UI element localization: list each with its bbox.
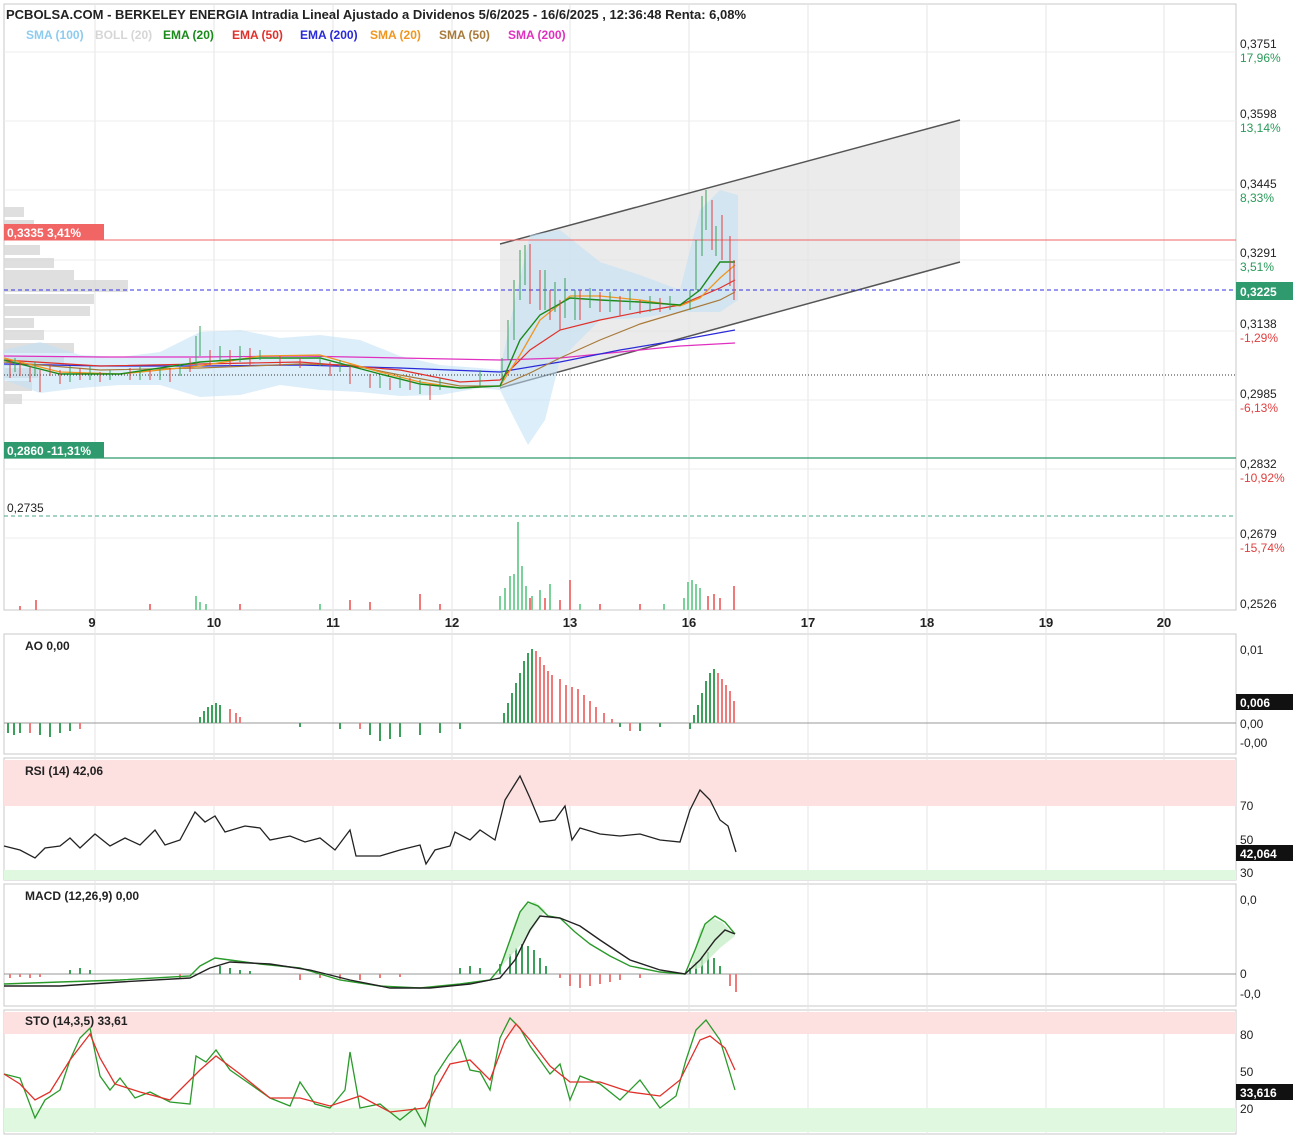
legend-item: SMA (50): [439, 28, 490, 42]
price-axis-value: 0,3291: [1240, 246, 1277, 260]
ao-tag: 0,006: [1240, 696, 1270, 710]
price-axis-pct: -6,13%: [1240, 401, 1278, 415]
sto-tag: 33,616: [1240, 1086, 1277, 1100]
sto-axis-50: 50: [1240, 1065, 1254, 1079]
price-axis-value: 0,2985: [1240, 387, 1277, 401]
rsi-axis-50: 50: [1240, 833, 1254, 847]
price-axis-value: 0,3445: [1240, 177, 1277, 191]
x-axis: 9 10 11 12 13 16 17 18 19 20: [88, 615, 1171, 630]
macd-label: MACD (12,26,9) 0,00: [25, 889, 139, 903]
legend-item: SMA (100): [26, 28, 84, 42]
sto-label: STO (14,3,5) 33,61: [25, 1014, 128, 1028]
x-axis-day: 13: [563, 615, 577, 630]
rsi-tag: 42,064: [1240, 847, 1277, 861]
macd-axis-low: -0,0: [1240, 987, 1261, 1001]
price-axis-pct: 17,96%: [1240, 51, 1281, 65]
price-axis-pct: 13,14%: [1240, 121, 1281, 135]
sto-axis-20: 20: [1240, 1102, 1254, 1116]
price-axis-value: 0,2832: [1240, 457, 1277, 471]
legend-item: EMA (20): [163, 28, 214, 42]
x-axis-day: 18: [920, 615, 934, 630]
x-axis-day: 17: [801, 615, 815, 630]
x-axis-day: 10: [207, 615, 221, 630]
x-axis-day: 12: [445, 615, 459, 630]
price-axis-value: 0,3138: [1240, 317, 1277, 331]
x-axis-day: 9: [88, 615, 95, 630]
sto-oversold-zone: [4, 1108, 1236, 1132]
price-axis-pct: 3,51%: [1240, 260, 1274, 274]
price-axis-pct: -10,92%: [1240, 471, 1285, 485]
price-axis-pct: 8,33%: [1240, 191, 1274, 205]
x-axis-day: 20: [1157, 615, 1171, 630]
price-axis-pct: -15,74%: [1240, 541, 1285, 555]
macd-pane-frame: [3, 883, 1237, 1007]
price-axis-value: 0,2526: [1240, 597, 1277, 611]
legend-item: SMA (20): [370, 28, 421, 42]
macd-axis-mid: 0: [1240, 967, 1247, 981]
price-axis-value: 0,3598: [1240, 107, 1277, 121]
price-axis-value: 0,3751: [1240, 37, 1277, 51]
legend-item: EMA (50): [232, 28, 283, 42]
ao-label: AO 0,00: [25, 639, 70, 653]
sto-axis-80: 80: [1240, 1028, 1254, 1042]
stock-chart: PCBOLSA.COM - BERKELEY ENERGIA Intradia …: [3, 3, 1293, 1135]
price-axis-pct: -1,29%: [1240, 331, 1278, 345]
ao-axis-mid: 0,00: [1240, 717, 1264, 731]
chart-title: PCBOLSA.COM - BERKELEY ENERGIA Intradia …: [6, 7, 746, 22]
legend-item: BOLL (20): [95, 28, 152, 42]
rsi-oversold-zone: [4, 870, 1236, 880]
low-level-tag: 0,2735: [7, 501, 44, 515]
ao-axis-top: 0,01: [1240, 643, 1264, 657]
ao-axis-low: -0,00: [1240, 736, 1268, 750]
rsi-axis-70: 70: [1240, 799, 1254, 813]
x-axis-day: 16: [682, 615, 696, 630]
rsi-label: RSI (14) 42,06: [25, 764, 103, 778]
price-axis-value: 0,2679: [1240, 527, 1277, 541]
legend-item: SMA (200): [508, 28, 566, 42]
legend-item: EMA (200): [300, 28, 358, 42]
rsi-axis-30: 30: [1240, 866, 1254, 880]
macd-axis-top: 0,0: [1240, 893, 1257, 907]
sto-overbought-zone: [4, 1012, 1236, 1034]
x-axis-day: 19: [1039, 615, 1053, 630]
price-axis: 0,375117,96% 0,359813,14% 0,34458,33% 0,329…: [1240, 37, 1285, 611]
current-price-tag: 0,3225: [1240, 285, 1277, 299]
x-axis-day: 11: [326, 615, 340, 630]
ao-pane-frame: [3, 633, 1237, 755]
resistance-tag: 0,3335 3,41%: [7, 226, 81, 240]
rsi-overbought-zone: [4, 760, 1236, 806]
support-tag: 0,2860 -11,31%: [7, 444, 91, 458]
